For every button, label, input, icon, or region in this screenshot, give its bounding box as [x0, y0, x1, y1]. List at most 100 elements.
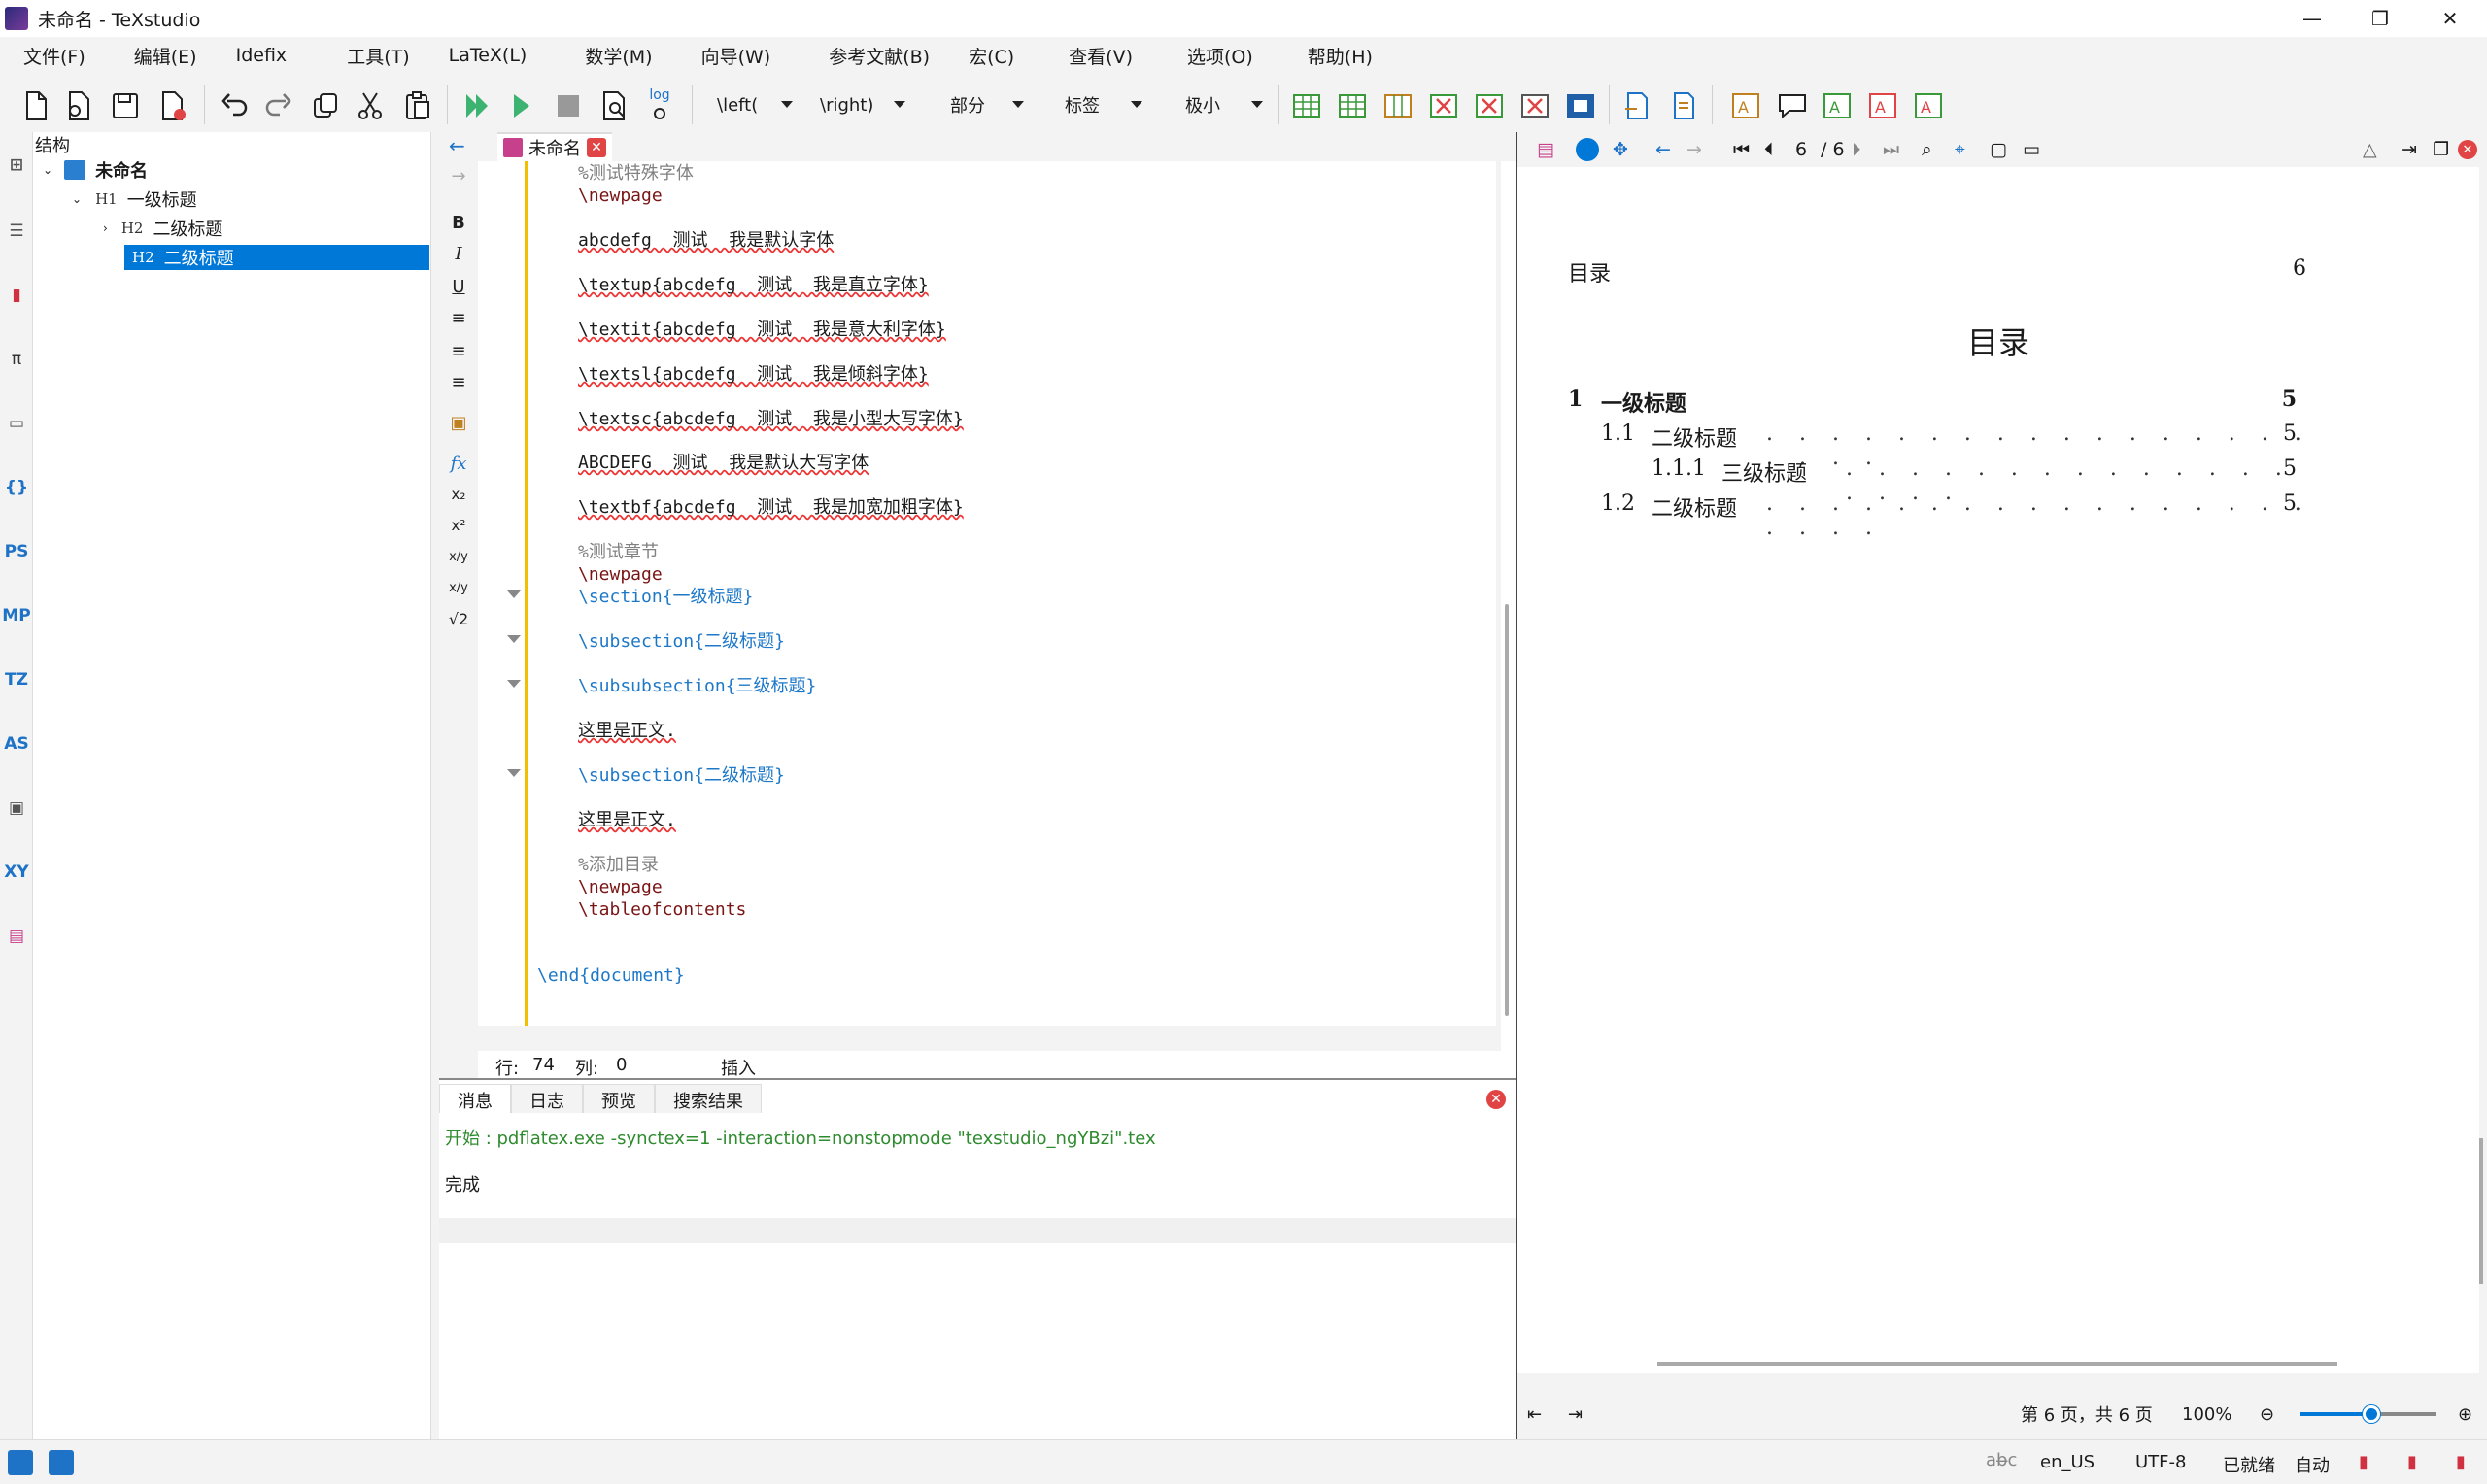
- new-file-icon[interactable]: [17, 87, 54, 124]
- menu-bibliography[interactable]: 参考文献(B): [790, 43, 949, 69]
- pdf-page[interactable]: 目录 6 目录 1 一级标题 5 1.1 二级标题 . . . . . . . …: [1517, 167, 2483, 1373]
- last-page-icon[interactable]: ⏭: [1883, 139, 1899, 160]
- pdf-sync-left-icon[interactable]: ⇤: [1527, 1404, 1542, 1425]
- dfrac-icon[interactable]: x/y: [443, 573, 474, 602]
- pdf-mode-icon[interactable]: [1576, 138, 1599, 161]
- save-icon[interactable]: [107, 87, 144, 124]
- underline-icon[interactable]: U: [443, 272, 474, 301]
- toc-entry[interactable]: 1.1 二级标题 . . . . . . . . . . . . . . . .…: [1601, 422, 2316, 470]
- bold-icon[interactable]: B: [443, 208, 474, 237]
- toc-entry[interactable]: 1 一级标题 5: [1568, 387, 2316, 417]
- tree-item-h2-selected[interactable]: H2 二级标题: [124, 245, 429, 270]
- toggle-structure-icon[interactable]: [8, 1450, 33, 1475]
- next-page-icon[interactable]: ⏵: [1852, 139, 1861, 160]
- tab-messages[interactable]: 消息: [439, 1084, 511, 1113]
- folder-icon[interactable]: ▭: [2, 404, 31, 443]
- menu-view[interactable]: 查看(V): [1034, 43, 1152, 69]
- align-center-icon[interactable]: ≡: [443, 336, 474, 365]
- preview-icon[interactable]: ▣: [2, 789, 31, 827]
- metapost-icon[interactable]: MP: [2, 596, 31, 635]
- chevron-right-icon[interactable]: ›: [103, 221, 108, 235]
- zoom-in-icon[interactable]: ⊕: [2458, 1404, 2472, 1425]
- tabular-icon[interactable]: [1288, 87, 1325, 124]
- italic-icon[interactable]: I: [443, 239, 474, 268]
- minimize-button[interactable]: —: [2278, 0, 2346, 37]
- bookmarks-icon[interactable]: ▮: [2, 276, 31, 315]
- spellcheck-icon[interactable]: ab̶c: [1986, 1450, 2017, 1470]
- toggle-messages-icon[interactable]: [49, 1450, 74, 1475]
- pdf-back-icon[interactable]: ←: [1655, 139, 1671, 160]
- align-left-icon[interactable]: ≡: [443, 303, 474, 332]
- pdf-close-icon[interactable]: ✕: [2458, 140, 2477, 159]
- insert-image-icon[interactable]: ▣: [443, 408, 474, 437]
- insert-ref-icon[interactable]: [1618, 87, 1655, 124]
- sectioning-combo[interactable]: 部分: [950, 87, 1028, 122]
- pdf-fit-icon[interactable]: ▢: [1990, 139, 2007, 160]
- remove-column-icon[interactable]: [1471, 87, 1508, 124]
- pdf-forward-icon[interactable]: →: [1686, 139, 1702, 160]
- editor-tab[interactable]: 未命名 ✕: [497, 132, 612, 161]
- pdf-zoom-value[interactable]: 100%: [2182, 1404, 2231, 1425]
- reference-combo[interactable]: 标签: [1065, 87, 1146, 122]
- menu-tools[interactable]: 工具(T): [306, 43, 428, 69]
- undo-icon[interactable]: [216, 87, 253, 124]
- chevron-down-icon[interactable]: ⌄: [43, 163, 52, 177]
- tikz-icon[interactable]: TZ: [2, 660, 31, 699]
- pdf-panel-icon[interactable]: ▤: [2, 917, 31, 956]
- tab-search-results[interactable]: 搜索结果: [655, 1084, 762, 1113]
- add-column-icon[interactable]: [1380, 87, 1416, 124]
- pdf-collapse-icon[interactable]: △: [2363, 139, 2377, 160]
- tree-root[interactable]: ⌄ 未命名: [43, 157, 148, 183]
- font-size-combo[interactable]: 极小: [1185, 87, 1267, 122]
- pdf-search-icon[interactable]: ⌕: [1922, 139, 1932, 160]
- open-file-icon[interactable]: [60, 87, 97, 124]
- sqrt-icon[interactable]: √2: [443, 604, 474, 633]
- pdf-window-icon[interactable]: ❐: [2433, 139, 2449, 160]
- pdf-target-icon[interactable]: ⌖: [1955, 139, 1965, 160]
- pdf-fullscreen-icon[interactable]: ▭: [2023, 139, 2040, 160]
- pdf-page-input[interactable]: 6: [1795, 139, 1807, 160]
- tree-item-h1[interactable]: ⌄ H1 一级标题: [72, 186, 197, 212]
- build-view-icon[interactable]: [459, 87, 495, 124]
- language-selector[interactable]: en_US: [2040, 1452, 2095, 1472]
- back-arrow-icon[interactable]: ←: [449, 134, 465, 157]
- close-panel-icon[interactable]: ✕: [1486, 1090, 1506, 1109]
- close-button[interactable]: ✕: [2416, 0, 2484, 37]
- menu-help[interactable]: 帮助(H): [1273, 43, 1392, 69]
- comment-icon[interactable]: [1774, 87, 1811, 124]
- symbols-icon[interactable]: π: [2, 340, 31, 379]
- encoding-selector[interactable]: UTF-8: [2135, 1452, 2186, 1472]
- align-right-icon[interactable]: ≡: [443, 367, 474, 396]
- pstricks-icon[interactable]: PS: [2, 532, 31, 571]
- structure-icon[interactable]: ⊞: [2, 146, 31, 185]
- prev-page-icon[interactable]: ⏴: [1764, 139, 1774, 160]
- copy-icon[interactable]: [307, 87, 344, 124]
- forward-arrow-icon[interactable]: →: [443, 161, 474, 190]
- close-tab-icon[interactable]: ✕: [587, 138, 606, 157]
- pdf-dock-icon[interactable]: ⇥: [2402, 139, 2417, 160]
- editor-scrollbar[interactable]: [1501, 161, 1516, 1059]
- tree-item-h2[interactable]: › H2 二级标题: [103, 216, 222, 241]
- highlight-green-icon[interactable]: A: [1819, 87, 1856, 124]
- pdf-sync-right-icon[interactable]: ⇥: [1568, 1404, 1583, 1425]
- left-delimiter-combo[interactable]: \left(: [717, 87, 797, 122]
- toc-icon[interactable]: ☰: [2, 212, 31, 251]
- subscript-icon[interactable]: x₂: [443, 480, 474, 509]
- cut-column-icon[interactable]: [1516, 87, 1553, 124]
- highlight-red-icon[interactable]: A: [1864, 87, 1901, 124]
- math-mode-icon[interactable]: fx: [443, 449, 474, 478]
- fold-icon[interactable]: [507, 590, 521, 598]
- insert-cite-icon[interactable]: [1665, 87, 1702, 124]
- restore-button[interactable]: ❐: [2346, 0, 2414, 37]
- menu-math[interactable]: 数学(M): [546, 43, 671, 69]
- menu-edit[interactable]: 编辑(E): [105, 43, 217, 69]
- pdf-move-icon[interactable]: ✥: [1613, 139, 1628, 160]
- right-delimiter-combo[interactable]: \right): [820, 87, 909, 122]
- menu-wizard[interactable]: 向导(W): [672, 43, 791, 69]
- highlight-plain-icon[interactable]: A: [1910, 87, 1947, 124]
- fold-icon[interactable]: [507, 769, 521, 777]
- menu-idefix[interactable]: Idefix: [217, 45, 307, 66]
- pdf-scrollbar-thumb[interactable]: [2479, 1138, 2483, 1284]
- pdf-sync-icon[interactable]: ▤: [1537, 139, 1554, 160]
- code-editor[interactable]: %测试特殊字体 \newpage abcdefg 测试 我是默认字体 \text…: [525, 161, 1496, 1026]
